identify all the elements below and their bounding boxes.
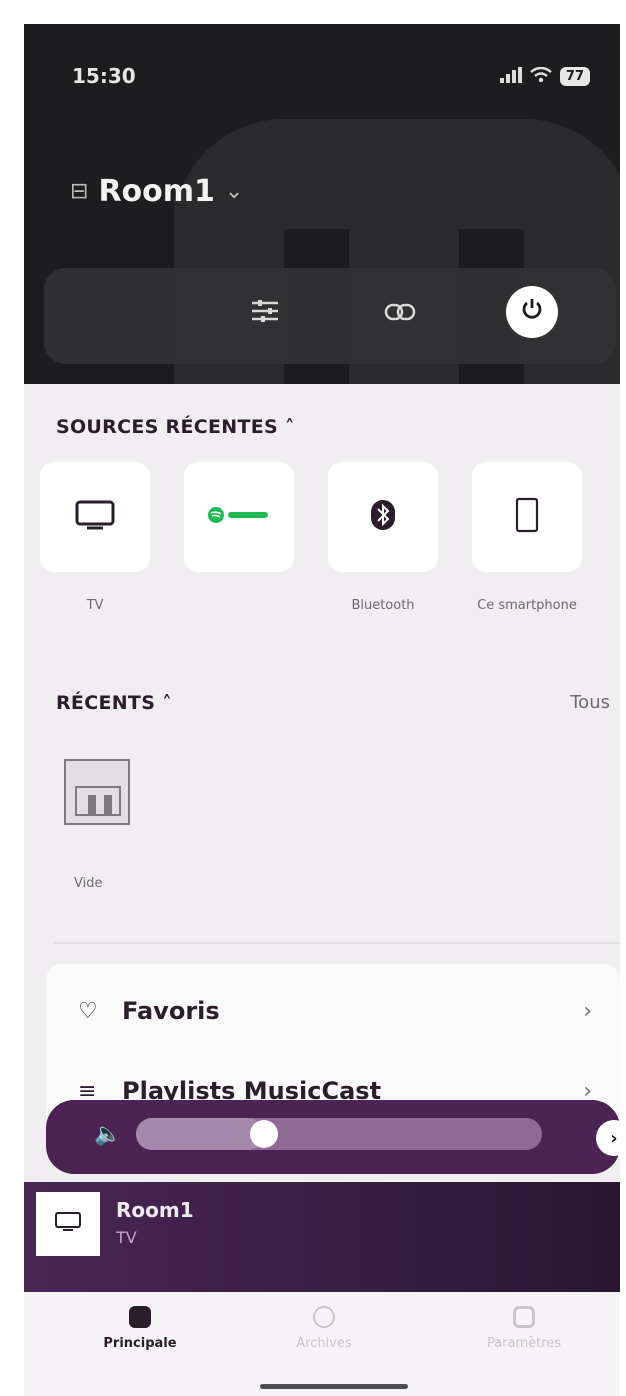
settings-icon [513, 1306, 535, 1328]
favorites-row[interactable]: ♡ Favoris › [46, 976, 620, 1046]
speaker-icon: ⊟ [70, 179, 89, 204]
tv-icon [75, 500, 115, 534]
status-time: 15:30 [72, 64, 136, 88]
section-divider [54, 942, 620, 944]
equalizer-icon[interactable] [250, 298, 280, 331]
app-screen: 15:30 77 ⊟ Room1 ⌄ SOURCES RÉCENTES ˄ TV… [24, 24, 620, 1396]
signal-icon [499, 64, 522, 88]
spotify-icon [207, 506, 271, 528]
see-all-link[interactable]: Tous [570, 692, 610, 713]
power-icon [520, 297, 544, 327]
source-tile-spotify[interactable] [184, 462, 294, 572]
recent-sources-header[interactable]: SOURCES RÉCENTES ˄ [56, 416, 295, 438]
source-tile-tv[interactable] [40, 462, 150, 572]
room-selector[interactable]: ⊟ Room1 ⌄ [70, 174, 243, 209]
now-playing-source: TV [116, 1228, 137, 1247]
chevron-right-icon: › [610, 1127, 618, 1149]
volume-slider-handle[interactable] [250, 1120, 278, 1148]
room-name: Room1 [98, 174, 215, 209]
status-bar: 15:30 77 [72, 64, 590, 94]
tab-archives[interactable]: Archives [244, 1306, 404, 1351]
smartphone-icon [515, 497, 539, 537]
recent-sources-title: SOURCES RÉCENTES [56, 416, 278, 438]
tab-parametres[interactable]: Paramètres [444, 1306, 604, 1351]
source-label-smartphone: Ce smartphone [477, 598, 577, 613]
home-icon [129, 1306, 151, 1328]
tv-icon [55, 1212, 81, 1236]
chevron-right-icon: › [583, 998, 592, 1024]
tab-label-parametres: Paramètres [486, 1336, 562, 1351]
heart-icon: ♡ [78, 998, 98, 1024]
now-playing-room: Room1 [116, 1198, 194, 1222]
source-tile-bluetooth[interactable] [328, 462, 438, 572]
source-label-tv: TV [86, 598, 104, 613]
bluetooth-icon [370, 499, 396, 535]
now-playing-thumbnail [36, 1192, 100, 1256]
recent-item-label: Vide [74, 876, 103, 891]
power-button[interactable] [506, 286, 558, 338]
now-playing-bar[interactable] [24, 1182, 620, 1292]
battery-indicator: 77 [559, 66, 590, 86]
chevron-down-icon: ⌄ [224, 179, 244, 204]
tab-label-principale: Principale [103, 1336, 177, 1351]
source-label-bluetooth: Bluetooth [351, 598, 415, 613]
status-icons: 77 [499, 64, 590, 88]
chevron-up-icon: ˄ [162, 692, 172, 714]
recents-header[interactable]: RÉCENTS ˄ [56, 692, 172, 714]
source-tile-smartphone[interactable] [472, 462, 582, 572]
volume-icon[interactable]: 🔈 [94, 1122, 121, 1147]
link-icon[interactable] [384, 300, 416, 330]
recent-item-thumbnail[interactable] [64, 759, 130, 825]
room-header: 15:30 77 ⊟ Room1 ⌄ [24, 24, 620, 384]
musiccast-logo-icon [66, 786, 128, 827]
wifi-icon [530, 64, 552, 88]
favorites-label: Favoris [122, 997, 220, 1025]
tab-label-archives: Archives [296, 1336, 352, 1351]
chevron-up-icon: ˄ [284, 416, 295, 438]
tab-principale[interactable]: Principale [60, 1306, 220, 1351]
volume-slider-fill [136, 1118, 264, 1150]
recents-title: RÉCENTS [56, 692, 156, 714]
home-indicator [260, 1384, 408, 1389]
archive-icon [313, 1306, 335, 1328]
